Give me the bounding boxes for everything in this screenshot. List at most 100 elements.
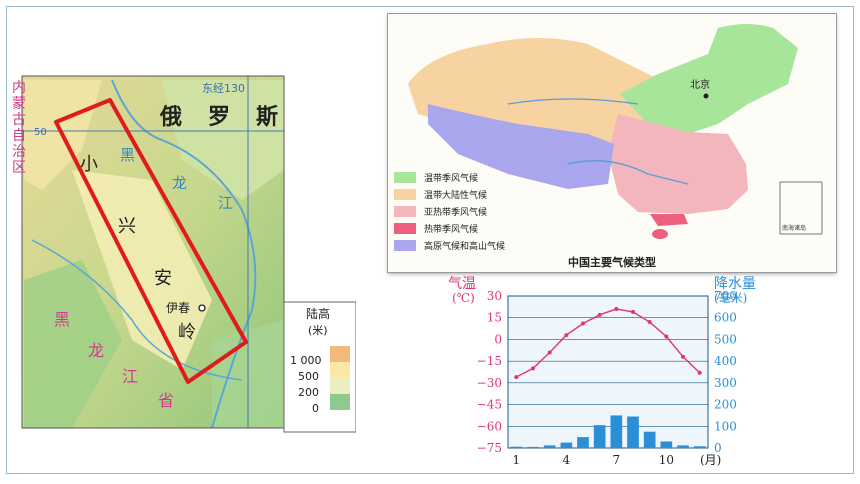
month-tick-label: 1 — [513, 453, 521, 467]
city-label: 伊春 — [166, 301, 190, 315]
svg-text:安: 安 — [154, 268, 172, 289]
plot-area — [507, 295, 709, 449]
precip-bar — [677, 445, 689, 448]
legend-level: 500 — [298, 370, 319, 383]
temp-point — [514, 375, 519, 380]
temp-unit: (℃) — [452, 291, 475, 305]
temp-tick-label: 15 — [487, 311, 502, 325]
svg-text:省: 省 — [158, 391, 174, 410]
svg-text:斯: 斯 — [256, 104, 278, 130]
svg-text:黑: 黑 — [120, 146, 135, 164]
legend-swatch-0 — [330, 394, 350, 410]
svg-text:小: 小 — [80, 154, 98, 175]
region-label: 内 蒙 古 自 治 区 — [12, 80, 26, 176]
temp-point — [631, 309, 635, 314]
xiaoxinganling-map: 内 蒙 古 自 治 区 50 东经130 俄 罗 斯 小 兴 安 岭 黑 龙 江… — [12, 40, 357, 436]
precip-tick-label: 200 — [714, 398, 737, 412]
hainan — [652, 229, 668, 239]
svg-text:蒙: 蒙 — [12, 96, 26, 112]
legend-label: 高原气候和高山气候 — [424, 240, 505, 252]
temp-point — [547, 350, 552, 355]
precip-tick-label: 600 — [714, 311, 737, 325]
legend-swatch — [394, 189, 416, 200]
svg-text:治: 治 — [12, 144, 26, 160]
legend-label: 热带季风气候 — [424, 223, 478, 235]
precip-bar — [627, 416, 639, 448]
svg-text:内: 内 — [12, 80, 26, 96]
legend-title: 陆高 — [306, 306, 330, 321]
legend-level: 0 — [312, 402, 319, 415]
precip-bar — [693, 446, 706, 448]
temp-point — [531, 366, 535, 371]
temp-tick-label: −30 — [477, 376, 502, 390]
climate-chart: 气温 (℃) 降水量 (毫米) 30 15 0 −15 −30 −45 −60 −75 700… — [448, 272, 784, 472]
svg-text:俄: 俄 — [159, 104, 182, 130]
precip-bar — [577, 437, 589, 448]
precip-bar — [543, 445, 556, 448]
svg-text:岭: 岭 — [178, 322, 196, 343]
legend-label: 温带季风气候 — [424, 172, 478, 184]
precip-tick-label: 100 — [714, 419, 737, 433]
temp-point — [681, 354, 685, 359]
precip-tick-label: 300 — [714, 376, 737, 390]
beijing-dot — [703, 93, 709, 99]
legend-swatch — [394, 223, 416, 234]
precip-bar — [593, 425, 606, 448]
map-svg: 内 蒙 古 自 治 区 50 东经130 俄 罗 斯 小 兴 安 岭 黑 龙 江… — [12, 75, 357, 433]
temp-point — [614, 307, 619, 312]
svg-text:区: 区 — [12, 160, 26, 176]
svg-text:江: 江 — [122, 367, 138, 386]
temp-tick-label: 0 — [494, 332, 502, 346]
temp-point — [697, 370, 702, 375]
elevation-legend: 陆高 (米) 1 000 500 200 0 — [283, 301, 357, 433]
lat-label: 50 — [34, 127, 47, 138]
precip-bar — [510, 446, 523, 448]
temp-point — [564, 333, 569, 338]
temp-tick-label: −15 — [477, 354, 502, 368]
yichun-dot — [198, 304, 206, 312]
climate-chart-svg: 气温 (℃) 降水量 (毫米) 30150−15−30−45−60−75 700… — [448, 276, 756, 467]
legend-swatch — [394, 172, 416, 183]
legend-unit: (米) — [308, 324, 328, 337]
left-ticks: 30 15 0 −15 −30 −45 −60 −75 — [477, 289, 502, 455]
temp-point — [581, 321, 585, 326]
legend-label: 温带大陆性气候 — [424, 189, 487, 201]
russia-label: 俄 罗 斯 — [159, 104, 278, 130]
svg-text:罗: 罗 — [208, 104, 230, 130]
month-tick-label: 7 — [613, 453, 621, 467]
legend-swatch-500 — [330, 362, 350, 378]
precip-bar — [610, 415, 623, 448]
svg-text:龙: 龙 — [172, 174, 187, 192]
month-tick-label: 4 — [563, 453, 571, 467]
temp-point — [664, 334, 669, 339]
svg-text:江: 江 — [218, 194, 233, 212]
climate-map-title: 中国主要气候类型 — [568, 255, 656, 269]
svg-text:自: 自 — [12, 128, 26, 144]
precip-tick-label: 400 — [714, 354, 737, 368]
temp-tick-label: −75 — [477, 441, 502, 455]
x-ticks: 1 4 7 10 (月) — [513, 453, 722, 467]
inset-label: 南海诸岛 — [782, 224, 806, 232]
legend-swatch — [394, 240, 416, 251]
svg-text:古: 古 — [12, 112, 26, 128]
precip-bar — [527, 446, 539, 448]
china-climate-map: 北京 南海诸岛 温带季风气候 温带大陆性气候 亚热带季风气候 热带季风气候 高原… — [388, 14, 836, 272]
precip-bar — [560, 442, 573, 448]
legend-label: 亚热带季风气候 — [424, 206, 487, 218]
precip-bar — [660, 441, 673, 448]
month-tick-label: 10 — [659, 453, 674, 467]
legend-swatch-200 — [330, 378, 350, 394]
climate-map-svg: 北京 南海诸岛 温带季风气候 温带大陆性气候 亚热带季风气候 热带季风气候 高原… — [388, 14, 836, 272]
right-ticks: 7006005004003002001000 — [714, 289, 737, 455]
temp-tick-label: −60 — [477, 419, 502, 433]
legend-level: 1 000 — [290, 354, 322, 367]
temp-tick-label: −45 — [477, 398, 502, 412]
precip-tick-label: 500 — [714, 332, 737, 346]
temp-point — [647, 320, 652, 325]
legend-swatch-1000 — [330, 346, 350, 362]
temp-title: 气温 — [448, 276, 476, 292]
legend-swatch — [394, 206, 416, 217]
month-unit-label: (月) — [700, 453, 721, 467]
temp-tick-label: 30 — [487, 289, 502, 303]
beijing-label: 北京 — [690, 78, 710, 91]
